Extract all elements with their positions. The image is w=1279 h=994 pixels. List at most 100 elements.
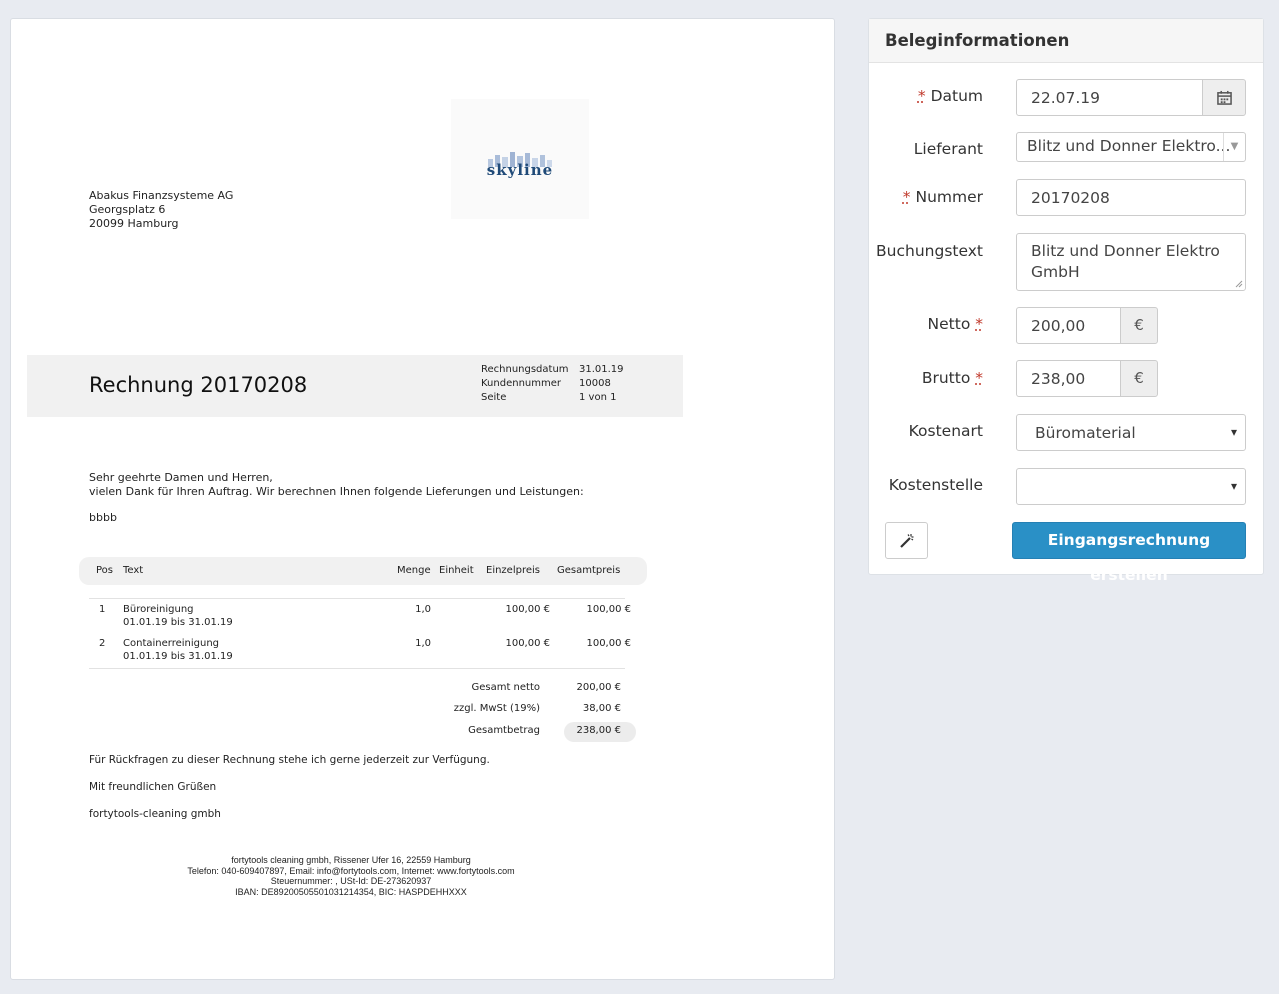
calendar-icon — [1216, 90, 1232, 105]
closing-question: Für Rückfragen zu dieser Rechnung stehe … — [89, 754, 490, 766]
col-einheit: Einheit — [439, 565, 474, 576]
datum-value: 22.07.19 — [1031, 89, 1101, 107]
kostenstelle-select[interactable]: ▾ — [1016, 468, 1246, 505]
lieferant-select[interactable]: Blitz und Donner Elektro... ▼ — [1016, 132, 1246, 162]
item-pos: 2 — [99, 638, 106, 649]
item-einzelpreis: 100,00 € — [505, 638, 550, 649]
item-period: 01.01.19 bis 31.01.19 — [123, 651, 233, 662]
required-marker: * — [902, 188, 911, 206]
total-label: zzgl. MwSt (19%) — [453, 703, 540, 714]
total-value: 200,00 € — [576, 682, 621, 693]
meta-label: Kundennummer — [481, 378, 561, 389]
divider — [89, 668, 625, 669]
items-table-header: Pos Text Menge Einheit Einzelpreis Gesam… — [79, 557, 647, 585]
item-text: Büroreinigung — [123, 604, 194, 615]
chevron-down-icon: ▾ — [1230, 479, 1237, 493]
beleginformationen-panel: Beleginformationen * Datum 22.07.19 Lief… — [868, 18, 1264, 584]
item-einzelpreis: 100,00 € — [505, 604, 550, 615]
netto-input[interactable]: 200,00 — [1016, 307, 1121, 344]
sender-name: Abakus Finanzsysteme AG — [89, 189, 234, 202]
invoice-meta: Rechnungsdatum 31.01.19 Kundennummer 10008… — [481, 363, 624, 405]
total-value: 238,00 € — [576, 725, 621, 736]
chevron-down-icon: ▾ — [1230, 425, 1237, 439]
auto-fill-button[interactable] — [885, 522, 928, 559]
sender-street: Georgsplatz 6 — [89, 203, 166, 216]
col-text: Text — [123, 565, 144, 576]
total-label: Gesamtbetrag — [468, 725, 540, 736]
meta-value: 10008 — [579, 378, 611, 389]
meta-label: Rechnungsdatum — [481, 364, 569, 375]
buchungstext-textarea[interactable]: Blitz und Donner Elektro GmbH — [1016, 233, 1246, 291]
netto-label-text: Netto — [927, 315, 971, 333]
required-marker: * — [975, 315, 983, 333]
invoice-title: Rechnung 20170208 — [89, 373, 308, 397]
company-logo: skyline — [451, 99, 589, 219]
col-gesamtpreis: Gesamtpreis — [557, 565, 621, 576]
total-label: Gesamt netto — [471, 682, 540, 693]
closing-company: fortytools-cleaning gmbh — [89, 808, 221, 820]
nummer-input[interactable]: 20170208 — [1016, 179, 1246, 216]
total-value: 38,00 € — [582, 703, 621, 714]
footer-line: Telefon: 040-609407897, Email: info@fort… — [187, 865, 515, 876]
invoice-header-band: Rechnung 20170208 Rechnungsdatum 31.01.19… — [27, 355, 683, 417]
lieferant-label: Lieferant — [913, 140, 983, 158]
item-pos: 1 — [99, 604, 106, 615]
meta-value: 31.01.19 — [579, 364, 624, 375]
datepicker-button[interactable] — [1202, 79, 1246, 116]
sender-city: 20099 Hamburg — [89, 217, 179, 230]
footer-line: Steuernummer: , USt-Id: DE-273620937 — [270, 876, 432, 886]
closing-regards: Mit freundlichen Grüßen — [89, 781, 217, 793]
kostenart-label: Kostenart — [908, 422, 983, 440]
divider — [89, 598, 625, 599]
buchungstext-line: GmbH — [1031, 263, 1080, 281]
col-einzelpreis: Einzelpreis — [486, 565, 540, 576]
logo-text: skyline — [486, 161, 554, 179]
sender-address: Abakus Finanzsysteme AG Georgsplatz 6 20… — [89, 189, 233, 231]
brutto-input[interactable]: 238,00 — [1016, 360, 1121, 397]
panel-title: Beleginformationen — [869, 19, 1263, 63]
netto-value: 200,00 — [1031, 317, 1086, 335]
buchungstext-label: Buchungstext — [876, 242, 983, 260]
col-menge: Menge — [397, 565, 431, 576]
footer-line: IBAN: DE89200505501031214354, BIC: HASPD… — [235, 886, 467, 897]
nummer-value: 20170208 — [1031, 189, 1110, 207]
required-marker: * — [975, 369, 983, 387]
item-menge: 1,0 — [415, 604, 431, 615]
kostenart-value: Büromaterial — [1035, 424, 1136, 442]
brutto-label: Brutto * — [922, 369, 983, 387]
required-marker: * — [917, 87, 926, 105]
brutto-label-text: Brutto — [921, 369, 971, 387]
item-menge: 1,0 — [415, 638, 431, 649]
meta-label: Seite — [481, 392, 507, 403]
item-period: 01.01.19 bis 31.01.19 — [123, 617, 233, 628]
datum-input[interactable]: 22.07.19 — [1016, 79, 1203, 116]
intro-text: Sehr geehrte Damen und Herren, vielen Da… — [89, 471, 584, 499]
invoice-footer: fortytools cleaning gmbh, Rissener Ufer … — [11, 855, 691, 897]
datum-label: * Datum — [918, 87, 983, 105]
brutto-currency: € — [1120, 360, 1158, 397]
item-gesamtpreis: 100,00 € — [586, 638, 631, 649]
nummer-label: * Nummer — [903, 188, 983, 206]
kostenart-select[interactable]: Büromaterial ▾ — [1016, 414, 1246, 451]
nummer-label-text: Nummer — [915, 188, 983, 206]
datum-label-text: Datum — [930, 87, 983, 105]
document-preview: skyline Abakus Finanzsysteme AG Georgspl… — [10, 18, 835, 980]
lieferant-value: Blitz und Donner Elektro... — [1027, 137, 1231, 155]
footer-line: fortytools cleaning gmbh, Rissener Ufer … — [231, 855, 471, 865]
buchungstext-line: Blitz und Donner Elektro — [1031, 242, 1220, 260]
netto-currency: € — [1120, 307, 1158, 344]
brutto-value: 238,00 — [1031, 370, 1086, 388]
kostenstelle-label: Kostenstelle — [888, 476, 983, 494]
create-invoice-button[interactable]: Eingangsrechnung erstellen — [1012, 522, 1246, 584]
invoice-page: skyline Abakus Finanzsysteme AG Georgspl… — [11, 19, 834, 979]
resize-handle-icon[interactable] — [1235, 280, 1243, 288]
meta-value: 1 von 1 — [579, 392, 617, 403]
col-pos: Pos — [96, 565, 114, 576]
item-gesamtpreis: 100,00 € — [586, 604, 631, 615]
netto-label: Netto * — [928, 315, 983, 333]
invoice-note: bbbb — [89, 511, 117, 524]
chevron-down-icon: ▼ — [1223, 133, 1245, 161]
intro-sentence: vielen Dank für Ihren Auftrag. Wir berec… — [89, 485, 584, 498]
item-text: Containerreinigung — [123, 638, 220, 649]
greeting: Sehr geehrte Damen und Herren, — [89, 471, 273, 484]
